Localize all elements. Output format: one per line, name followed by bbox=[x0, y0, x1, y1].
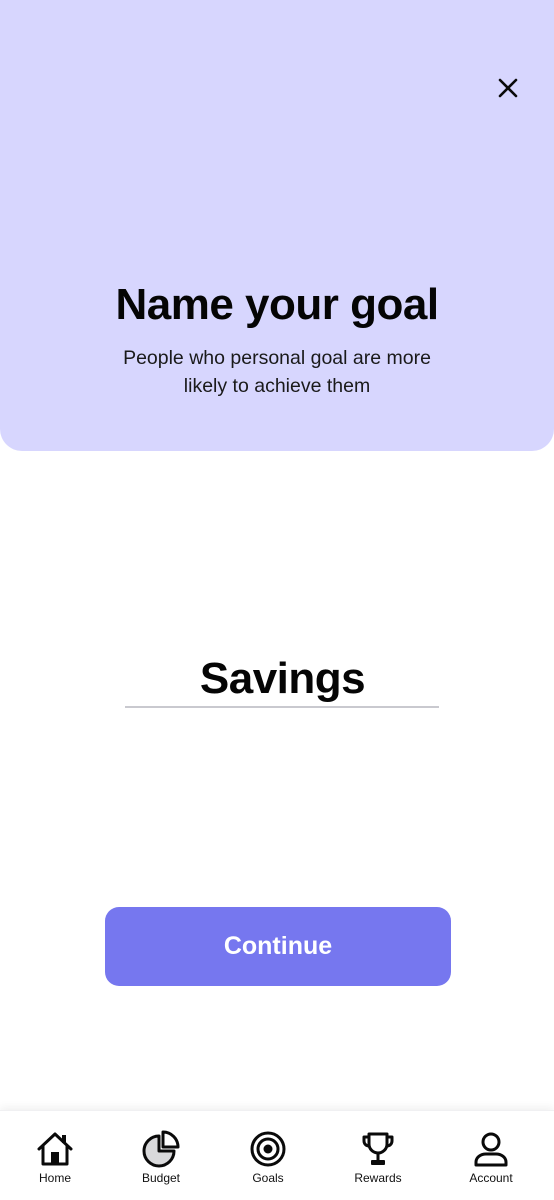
home-icon bbox=[35, 1129, 75, 1169]
nav-label-home: Home bbox=[38, 1171, 71, 1185]
page-title: Name your goal bbox=[115, 280, 439, 329]
page-subtitle: People who personal goal are more likely… bbox=[123, 347, 431, 397]
nav-label-budget: Budget bbox=[141, 1171, 181, 1185]
nav-item-rewards[interactable]: Rewards bbox=[338, 1111, 418, 1200]
continue-button[interactable]: Continue bbox=[105, 907, 451, 986]
target-icon bbox=[248, 1129, 288, 1169]
nav-item-budget[interactable]: Budget bbox=[121, 1111, 201, 1200]
close-icon bbox=[498, 78, 518, 98]
nav-item-home[interactable]: Home bbox=[15, 1111, 95, 1200]
goal-name-screen: Name your goal People who personal goal … bbox=[0, 0, 554, 1200]
user-icon bbox=[471, 1129, 511, 1169]
hero-panel: Name your goal People who personal goal … bbox=[0, 0, 554, 451]
bottom-nav: Home Budget Goals Rewards Account bbox=[0, 1110, 554, 1200]
nav-item-goals[interactable]: Goals bbox=[228, 1111, 308, 1200]
goal-name-input[interactable]: Savings bbox=[125, 650, 439, 708]
nav-label-rewards: Rewards bbox=[354, 1171, 402, 1185]
trophy-icon bbox=[358, 1129, 398, 1169]
nav-item-account[interactable]: Account bbox=[451, 1111, 531, 1200]
close-button[interactable] bbox=[490, 70, 526, 106]
nav-label-account: Account bbox=[469, 1171, 513, 1185]
nav-label-goals: Goals bbox=[252, 1171, 284, 1185]
pie-chart-icon bbox=[141, 1129, 181, 1169]
goal-name-underline bbox=[125, 706, 439, 708]
